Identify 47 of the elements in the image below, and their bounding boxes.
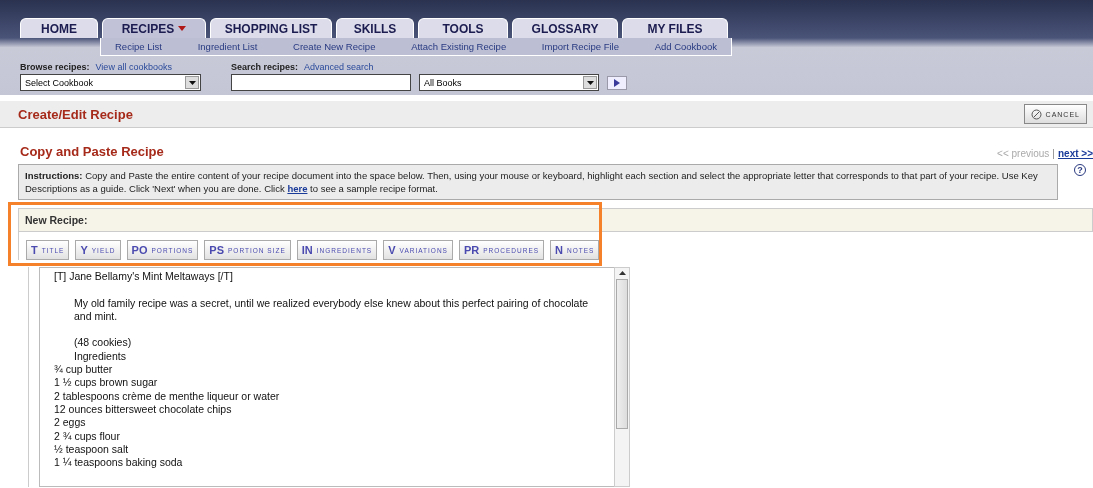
recipe-text-line: [T] Jane Bellamy's Mint Meltaways [/T]	[54, 270, 234, 284]
instructions-text: Instructions: Copy and Paste the entire content of your recipe document into the space below. Then, using your mouse or keyboard, highlight each section and select the appropriate letter that corresponds to that part of your recipe. Use Key Descriptions as a guide. Click 'Next' when you are done. Click here to see a sample recipe format.	[18, 164, 1058, 200]
next-link[interactable]: next >>	[1057, 148, 1093, 159]
recipe-text-line: My old family recipe was a secret, until we realized everybody else knew about this perfect pairing of chocolate and mint.	[73, 296, 590, 324]
nav-tab[interactable]: GLOSSARY	[512, 18, 618, 38]
scrollbar[interactable]	[614, 267, 630, 487]
new-recipe-title: New Recipe:	[25, 214, 88, 226]
advanced-search-link[interactable]: Advanced search	[304, 62, 374, 72]
nav-tab[interactable]: RECIPES	[102, 18, 206, 38]
recipe-text-line: 2 tablespoons crème de menthe liqueur or water	[54, 389, 281, 403]
section-title: Copy and Paste Recipe	[20, 144, 164, 159]
recipe-text-line: 1 ½ cups brown sugar	[54, 376, 159, 390]
search-label: Search recipes:	[231, 62, 299, 72]
recipe-text-line: (48 cookies)	[73, 336, 133, 350]
nav-tab[interactable]: SHOPPING LIST	[210, 18, 332, 38]
search-go-button[interactable]	[607, 75, 627, 90]
cookbook-select[interactable]: Select Cookbook	[20, 74, 201, 91]
pager-separator: |	[1052, 148, 1055, 159]
nav-tab[interactable]: TOOLS	[418, 18, 508, 38]
recipe-text-line: 2 ¾ cups flour	[54, 429, 121, 443]
view-all-cookbooks-link[interactable]: View all cookbooks	[95, 62, 172, 72]
sub-nav-link[interactable]: Add Cookbook	[654, 41, 717, 52]
browse-label: Browse recipes:	[20, 62, 90, 72]
sub-nav-link[interactable]: Ingredient List	[197, 41, 258, 52]
cancel-icon	[1030, 108, 1042, 120]
recipe-text-line: 1 ¼ teaspoons baking soda	[54, 456, 184, 470]
sub-nav-link[interactable]: Attach Existing Recipe	[411, 41, 507, 52]
sample-format-link[interactable]: here	[287, 183, 308, 194]
recipe-text-line: 2 eggs	[54, 416, 87, 430]
recipe-text-line: ¾ cup butter	[54, 363, 114, 377]
nav-tab[interactable]: SKILLS	[336, 18, 414, 38]
book-scope-select[interactable]: All Books	[419, 74, 599, 91]
page-title: Create/Edit Recipe	[18, 106, 133, 122]
search-field[interactable]	[231, 74, 411, 91]
sub-nav-link[interactable]: Import Recipe File	[541, 41, 619, 52]
dropdown-arrow-icon	[188, 80, 196, 85]
recipe-text-line: Ingredients	[73, 349, 127, 364]
recipe-text-line: ½ teaspoon salt	[54, 442, 130, 457]
dropdown-arrow-icon	[586, 80, 594, 85]
sub-nav-link[interactable]: Recipe List	[115, 41, 162, 52]
nav-tab[interactable]: MY FILES	[622, 18, 728, 38]
nav-tab[interactable]: HOME	[20, 18, 98, 38]
scroll-thumb[interactable]	[616, 279, 628, 429]
recipe-text-line: 12 ounces bittersweet chocolate chips	[54, 402, 233, 417]
sub-nav-link[interactable]: Create New Recipe	[293, 41, 376, 52]
scroll-up-icon	[618, 271, 626, 275]
play-icon	[614, 78, 620, 87]
